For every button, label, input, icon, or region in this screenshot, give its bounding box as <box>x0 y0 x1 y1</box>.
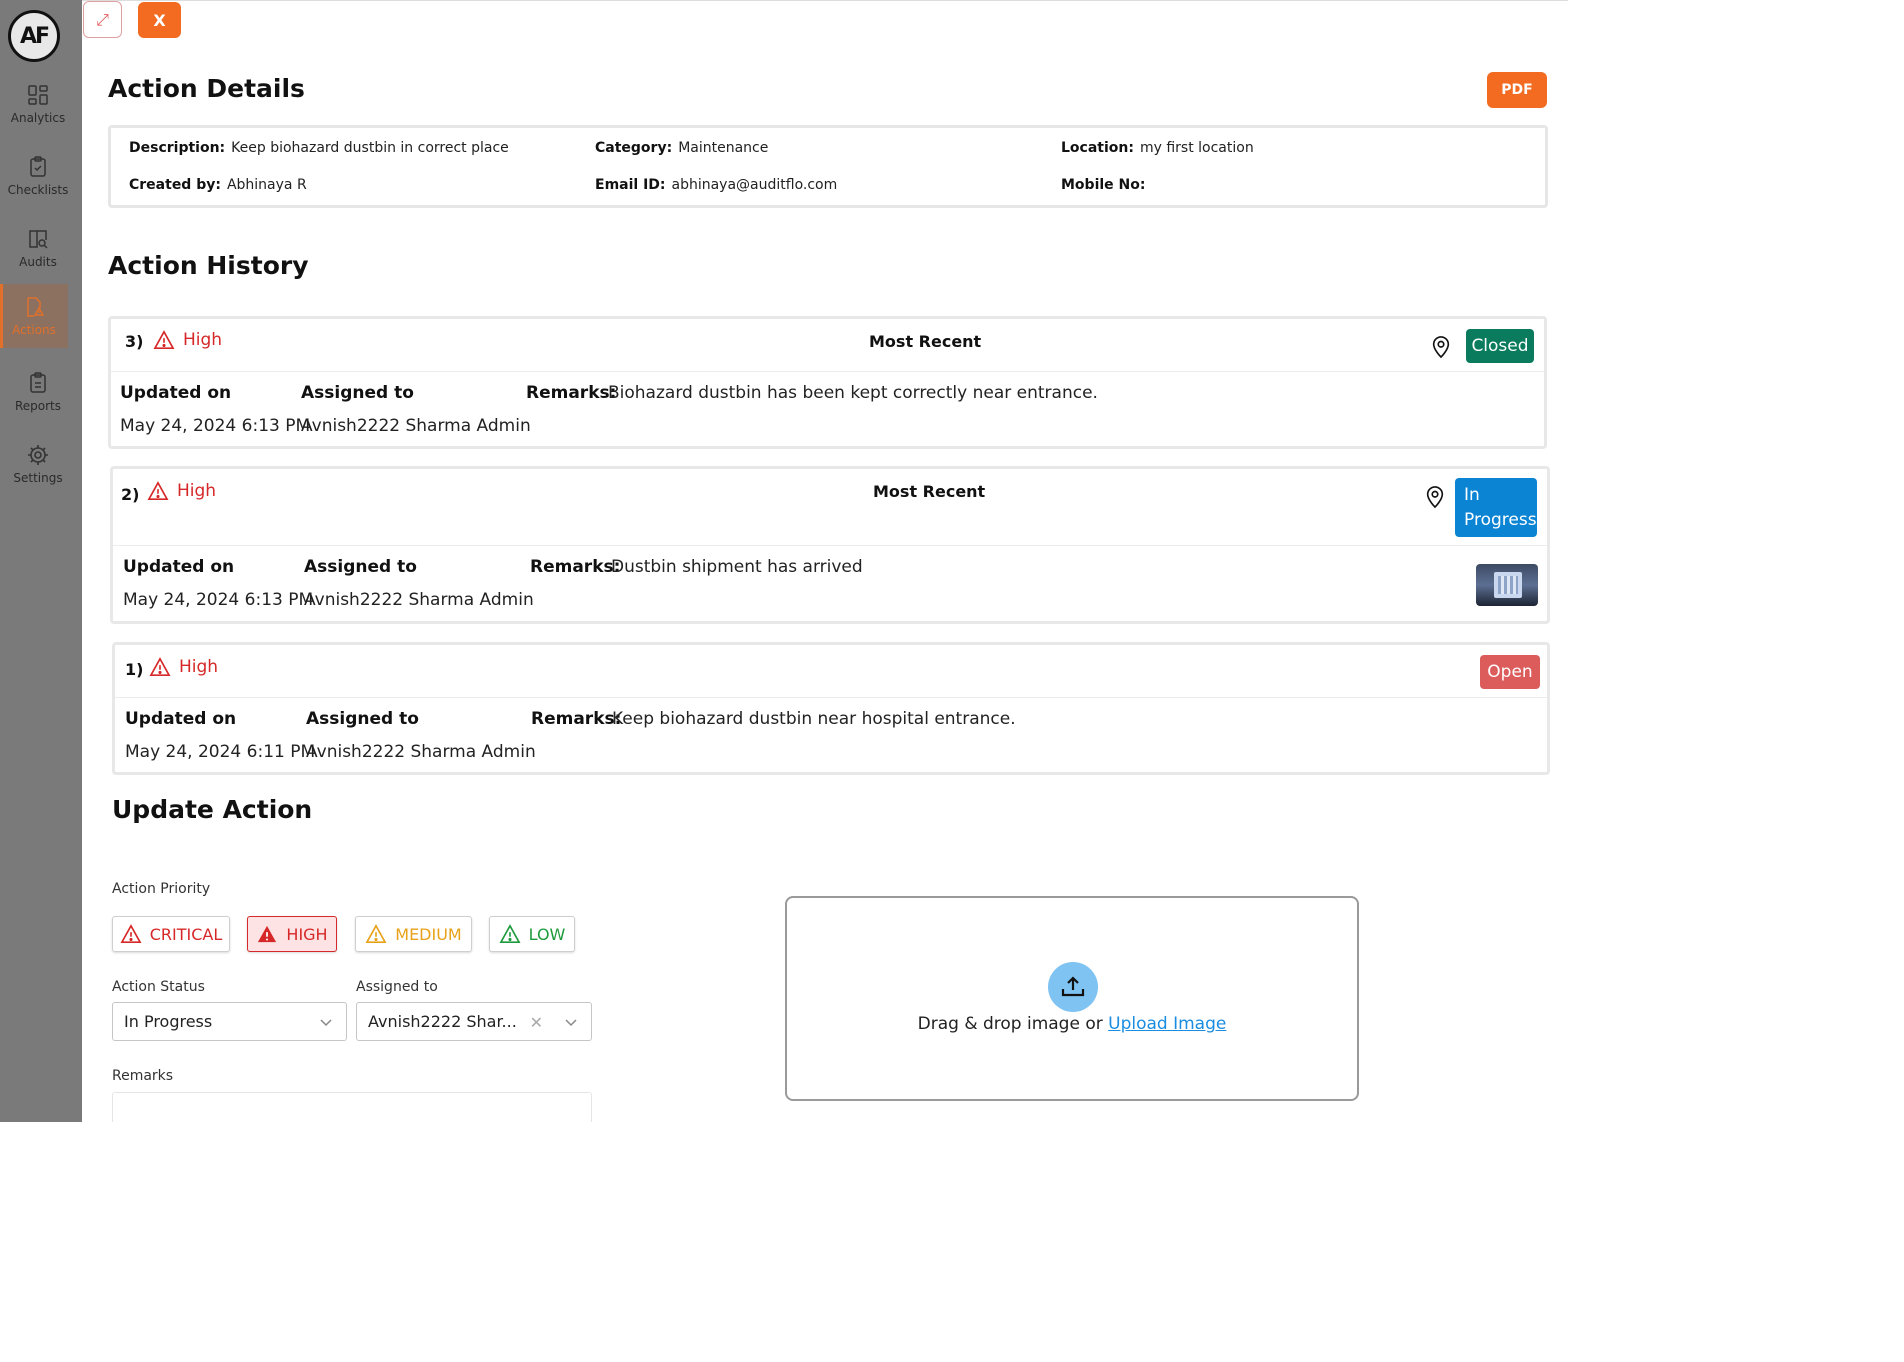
assigned-to-value: Avnish2222 Sharma Admin <box>306 742 536 762</box>
sidebar-item-label: Checklists <box>7 183 69 197</box>
sidebar-item-label: Actions <box>12 323 56 337</box>
priority-label: Action Priority <box>112 881 211 897</box>
status-badge: Open <box>1480 655 1540 689</box>
history-entry: 1) High Open Updated on Assigned to Rema… <box>112 642 1550 775</box>
remarks-label: Remarks: <box>526 383 617 403</box>
warning-icon <box>365 924 387 943</box>
chevron-down-icon <box>320 1019 332 1027</box>
image-dropzone[interactable]: Drag & drop image or Upload Image <box>785 896 1359 1101</box>
priority-critical-button[interactable]: CRITICAL <box>112 916 230 952</box>
remarks-label: Remarks: <box>530 557 621 577</box>
history-entry: 2) High Most Recent In Progress Updated … <box>110 466 1550 624</box>
most-recent-label: Most Recent <box>873 482 986 501</box>
history-title: Action History <box>108 251 309 280</box>
sidebar-item-audits[interactable]: Audits <box>0 216 76 280</box>
app-logo: AF <box>8 10 60 62</box>
remarks-value: Dustbin shipment has arrived <box>611 557 863 577</box>
priority-low-button[interactable]: LOW <box>489 916 575 952</box>
entry-divider <box>111 371 1544 372</box>
warning-icon <box>153 330 175 349</box>
checklist-icon <box>30 156 46 177</box>
updated-on-value: May 24, 2024 6:13 PM <box>120 416 311 436</box>
remarks-value: Keep biohazard dustbin near hospital ent… <box>612 709 1016 729</box>
warning-icon <box>149 657 171 676</box>
email-field: Email ID: abhinaya@auditflo.com <box>595 177 838 193</box>
sidebar-item-label: Settings <box>13 471 63 485</box>
sidebar-item-label: Reports <box>14 399 62 413</box>
entry-priority: High <box>153 330 222 350</box>
location-pin-icon[interactable] <box>1424 485 1446 509</box>
description-field: Description: Keep biohazard dustbin in co… <box>129 140 509 156</box>
remarks-label: Remarks: <box>531 709 622 729</box>
status-label: Action Status <box>112 979 205 995</box>
warning-icon <box>120 924 142 943</box>
details-card: Description: Keep biohazard dustbin in co… <box>108 125 1548 208</box>
most-recent-label: Most Recent <box>869 332 982 351</box>
warning-icon <box>499 924 521 943</box>
drop-instructions: Drag & drop image or Upload Image <box>917 1014 1227 1034</box>
clear-icon[interactable]: ✕ <box>530 1013 543 1032</box>
warning-filled-icon <box>258 925 277 943</box>
actions-icon <box>27 297 45 317</box>
page-title: Action Details <box>108 74 305 103</box>
assigned-to-value: Avnish2222 Sharma Admin <box>301 416 531 436</box>
status-badge: Closed <box>1466 329 1534 363</box>
sidebar-item-analytics[interactable]: Analytics <box>0 72 76 136</box>
updated-on-label: Updated on <box>125 709 237 729</box>
expand-icon: ⤢ <box>96 9 109 29</box>
analytics-icon <box>28 85 48 105</box>
chevron-down-icon <box>565 1019 577 1027</box>
status-select[interactable]: In Progress <box>112 1002 347 1041</box>
assigned-label: Assigned to <box>356 979 438 995</box>
entry-priority: High <box>147 481 216 501</box>
entry-divider <box>115 697 1547 698</box>
sidebar-item-actions[interactable]: Actions <box>0 284 68 348</box>
assignee-select[interactable]: Avnish2222 Shar... ✕ <box>356 1002 592 1041</box>
gear-icon <box>28 445 48 465</box>
upload-icon[interactable] <box>1048 962 1098 1012</box>
sidebar-item-checklists[interactable]: Checklists <box>0 144 76 208</box>
close-button[interactable]: X <box>138 2 181 38</box>
sidebar-item-reports[interactable]: Reports <box>0 360 76 424</box>
priority-medium-button[interactable]: MEDIUM <box>355 916 472 952</box>
status-badge: In Progress <box>1455 478 1537 537</box>
location-field: Location: my first location <box>1061 140 1254 156</box>
updated-on-value: May 24, 2024 6:11 PM <box>125 742 316 762</box>
mobile-field: Mobile No: <box>1061 177 1146 193</box>
history-entry: 3) High Most Recent Closed Updated on As… <box>108 316 1547 449</box>
entry-number: 1) <box>125 660 144 679</box>
assigned-to-label: Assigned to <box>306 709 419 729</box>
sidebar-item-label: Audits <box>19 255 57 269</box>
top-divider <box>82 0 1568 1</box>
attachment-thumbnail[interactable] <box>1476 564 1538 606</box>
entry-divider <box>113 545 1547 546</box>
entry-number: 3) <box>125 332 144 351</box>
upload-image-link[interactable]: Upload Image <box>1108 1014 1226 1034</box>
updated-on-value: May 24, 2024 6:13 PM <box>123 590 314 610</box>
warning-icon <box>147 481 169 500</box>
entry-number: 2) <box>121 485 140 504</box>
update-title: Update Action <box>112 795 313 824</box>
created-by-field: Created by: Abhinaya R <box>129 177 307 193</box>
pdf-button[interactable]: PDF <box>1487 72 1547 108</box>
expand-button[interactable]: ⤢ <box>83 1 122 38</box>
sidebar-item-settings[interactable]: Settings <box>0 432 76 496</box>
assigned-to-label: Assigned to <box>304 557 417 577</box>
audit-icon <box>29 230 48 249</box>
updated-on-label: Updated on <box>123 557 235 577</box>
remarks-input[interactable] <box>112 1092 592 1122</box>
assigned-to-label: Assigned to <box>301 383 414 403</box>
entry-priority: High <box>149 657 218 677</box>
reports-icon <box>30 372 46 393</box>
updated-on-label: Updated on <box>120 383 232 403</box>
sidebar: AF Analytics Checklists Audits Actions R… <box>0 0 82 1122</box>
priority-high-button[interactable]: HIGH <box>247 916 337 952</box>
category-field: Category: Maintenance <box>595 140 769 156</box>
remarks-field-label: Remarks <box>112 1068 174 1084</box>
remarks-value: Biohazard dustbin has been kept correctl… <box>608 383 1098 403</box>
assigned-to-value: Avnish2222 Sharma Admin <box>304 590 534 610</box>
sidebar-item-label: Analytics <box>10 111 66 125</box>
location-pin-icon[interactable] <box>1430 335 1452 359</box>
